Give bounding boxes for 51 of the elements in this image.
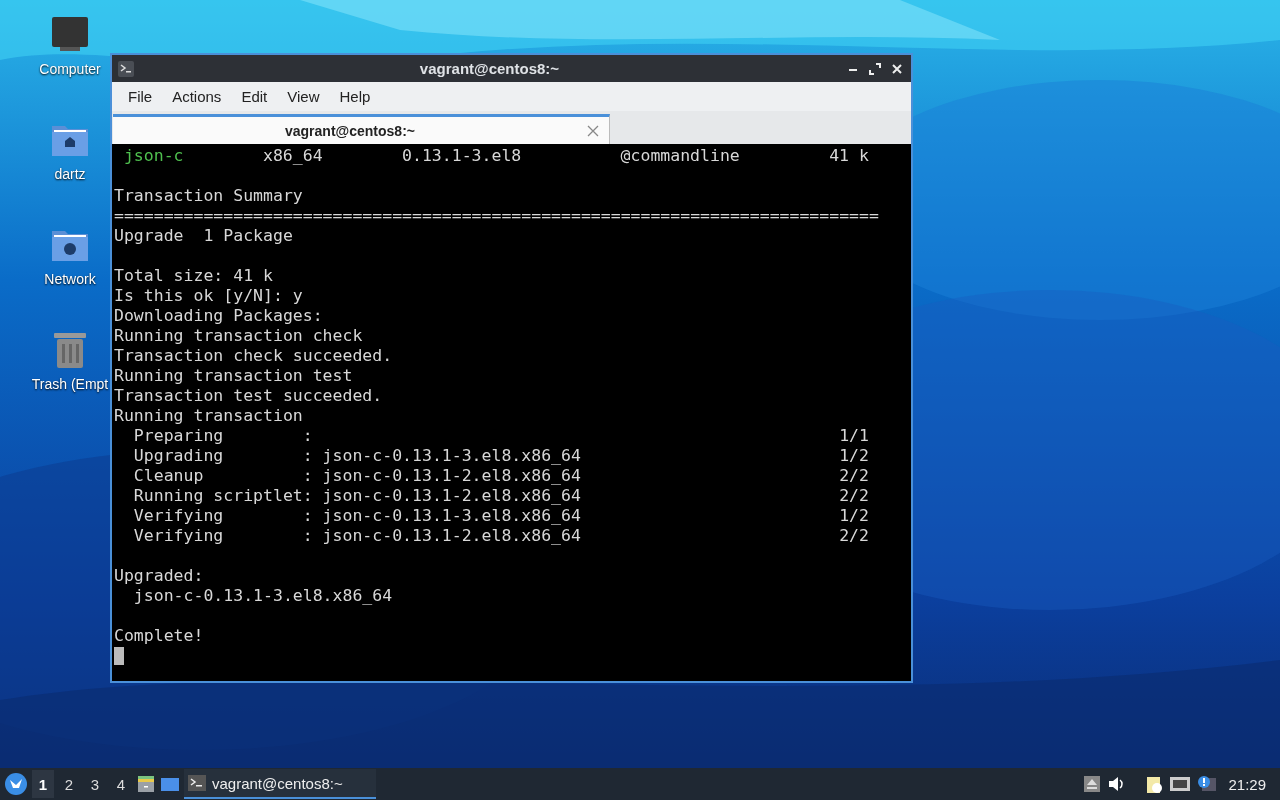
start-menu-icon[interactable] [4,772,28,796]
terminal-line: Upgrade 1 Package [114,226,293,246]
package-version: 0.13.1-3.el8 [402,146,523,166]
terminal-line: Upgraded: [114,566,204,586]
terminal-line: Running transaction [114,406,303,426]
notification-icon[interactable] [1196,774,1217,794]
maximize-icon[interactable] [867,60,883,77]
terminal-line: Downloading Packages: [114,306,323,326]
file-cabinet-icon[interactable] [136,774,156,794]
terminal-line: Running scriptlet: json-c-0.13.1-2.el8.x86_64 2/2 [132,486,869,506]
window-title: vagrant@centos8:~ [418,60,561,77]
menu-item[interactable]: Actions [164,86,230,107]
close-tab-icon[interactable] [587,124,599,137]
menu-item[interactable]: Edit [233,86,276,107]
desktop-icon-label[interactable]: Network [44,271,96,287]
package-arch: x86_64 [263,146,324,166]
menu-item[interactable]: File [120,86,161,107]
text-cursor [114,647,124,665]
taskbar-window-button[interactable]: vagrant@centos8:~ [184,769,376,799]
network-icon[interactable] [1168,774,1193,794]
terminal-line: Transaction Summary [114,186,303,206]
terminal-tab[interactable]: vagrant@centos8:~ [113,114,610,144]
terminal-line: Total size: 41 k [114,266,273,286]
terminal-line: Complete! [114,626,204,646]
terminal-line: json-c-0.13.1-3.el8.x86_64 [132,586,393,606]
desktop-icon-label[interactable]: Trash (Empt [31,376,109,392]
desktop-icon-label[interactable]: dartz [54,166,86,182]
workspace-button[interactable]: 2 [58,770,80,798]
terminal-line: Verifying : json-c-0.13.1-3.el8.x86_64 1/2 [132,506,869,526]
terminal-line: Preparing : 1/1 [132,426,869,446]
terminal-line: Transaction test succeeded. [114,386,383,406]
package-name: json-c [123,146,185,166]
workspace-button[interactable]: 3 [84,770,106,798]
terminal-icon [118,60,134,77]
terminal-line: Cleanup : json-c-0.13.1-2.el8.x86_64 2/2 [132,466,869,486]
package-repo: @commandline [620,146,741,166]
terminal-line: Transaction check succeeded. [114,346,393,366]
terminal-line: ============================================================================= [114,206,879,226]
terminal-line: Verifying : json-c-0.13.1-2.el8.x86_64 2/2 [132,526,869,546]
terminal-icon [188,775,206,791]
terminal-line: Is this ok [y/N]: y [114,286,303,306]
menu-item[interactable]: Help [331,86,379,107]
workspace-button[interactable]: 4 [110,770,132,798]
eject-icon[interactable] [1082,774,1103,794]
package-size: 41 k [829,146,869,166]
clock: 21:29 [1228,775,1266,793]
terminal-line: Upgrading : json-c-0.13.1-3.el8.x86_64 1/2 [132,446,869,466]
terminal-line: Running transaction test [114,366,353,386]
menu-item[interactable]: View [279,86,328,107]
workspace-button[interactable]: 1 [32,770,54,798]
terminal-line: Running transaction check [114,326,363,346]
